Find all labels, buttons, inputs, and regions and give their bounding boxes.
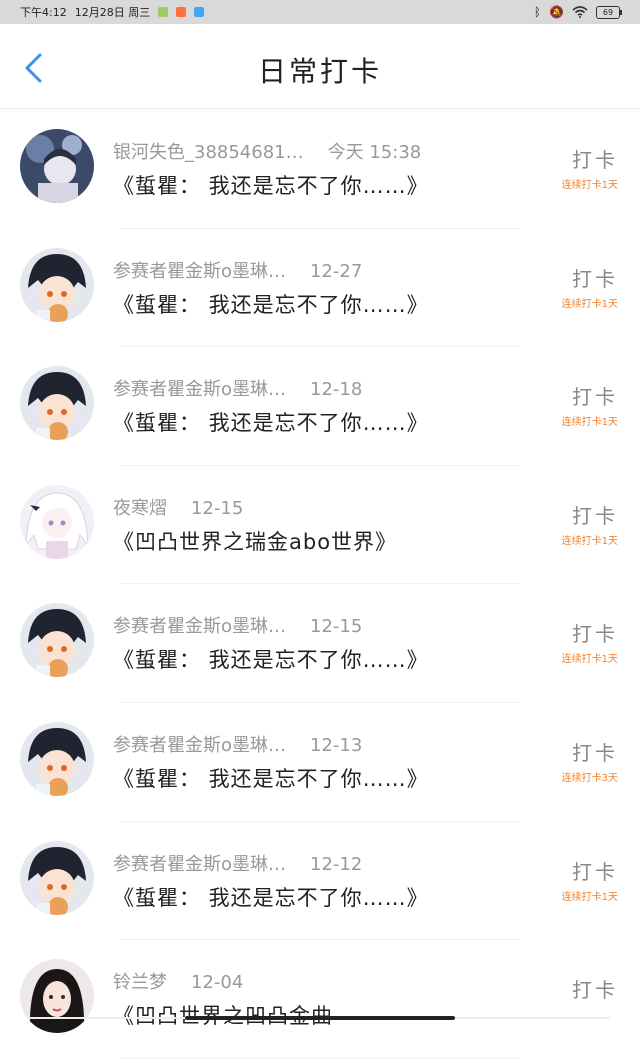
- app-notification-icon: [176, 7, 187, 17]
- username[interactable]: 夜寒熠: [113, 498, 167, 519]
- streak-label: 连续打卡3天: [561, 772, 618, 784]
- book-title[interactable]: 《蜇瞿： 我还是忘不了你……》: [113, 644, 429, 674]
- mute-bell-icon: 🔕: [549, 5, 564, 19]
- wifi-icon: [572, 6, 588, 18]
- item-meta: 银河失色_38854681… 今天 15:38: [113, 138, 421, 164]
- checkin-label: 打卡: [572, 503, 618, 528]
- list-item[interactable]: 铃兰梦12-04 《凹凸世界之凹凸金曲 打卡: [0, 940, 640, 1059]
- list-item[interactable]: 银河失色_38854681… 今天 15:38 《蜇瞿： 我还是忘不了你……》 打…: [0, 110, 640, 229]
- post-date: 12-13: [310, 734, 363, 756]
- status-right: ᛒ 🔕 69: [533, 5, 622, 19]
- username[interactable]: 参赛者瞿金斯o墨琳…: [113, 379, 286, 400]
- battery-icon: 69: [596, 5, 622, 19]
- username[interactable]: 参赛者瞿金斯o墨琳…: [113, 735, 286, 756]
- item-meta: 参赛者瞿金斯o墨琳… 12-13: [113, 731, 362, 757]
- streak-label: 连续打卡1天: [561, 298, 618, 310]
- checkin-label: 打卡: [572, 148, 618, 172]
- checkin-label: 打卡: [572, 978, 618, 1003]
- checkin-label: 打卡: [572, 859, 618, 884]
- username[interactable]: 参赛者瞿金斯o墨琳…: [113, 616, 286, 637]
- post-date: 12-18: [310, 379, 363, 401]
- post-date: 12-15: [310, 616, 363, 638]
- list-item[interactable]: 夜寒熠 12-15 《凹凸世界之瑞金abo世界》 打卡 连续打卡1天: [0, 466, 640, 585]
- avatar[interactable]: [20, 603, 94, 678]
- avatar[interactable]: [20, 366, 94, 441]
- avatar[interactable]: [20, 959, 94, 1034]
- item-meta: 参赛者瞿金斯o墨琳… 12-18: [113, 375, 362, 401]
- checkin-label: 打卡: [572, 266, 618, 291]
- streak-label: 连续打卡1天: [561, 891, 618, 903]
- username[interactable]: 参赛者瞿金斯o墨琳…: [113, 261, 286, 282]
- book-title[interactable]: 《蜇瞿： 我还是忘不了你……》: [113, 882, 429, 912]
- list-item[interactable]: 参赛者瞿金斯o墨琳… 12-13 《蜇瞿： 我还是忘不了你……》 打卡 连续打卡3…: [0, 703, 640, 822]
- avatar[interactable]: [20, 129, 94, 203]
- streak-label: 连续打卡1天: [561, 417, 618, 429]
- checkin-list: 银河失色_38854681… 今天 15:38 《蜇瞿： 我还是忘不了你……》 打…: [0, 110, 640, 1059]
- list-item[interactable]: 参赛者瞿金斯o墨琳… 12-18 《蜇瞿： 我还是忘不了你……》 打卡 连续打卡1…: [0, 347, 640, 466]
- item-meta: 参赛者瞿金斯o墨琳… 12-12: [113, 850, 362, 876]
- book-title[interactable]: 《蜇瞿： 我还是忘不了你……》: [113, 763, 429, 793]
- post-date: 今天 15:38: [327, 142, 422, 163]
- post-date: 12-04: [191, 972, 244, 994]
- list-item[interactable]: 参赛者瞿金斯o墨琳… 12-27 《蜇瞿： 我还是忘不了你……》 打卡 连续打卡1…: [0, 229, 640, 348]
- page-title: 日常打卡: [257, 55, 382, 88]
- bluetooth-icon: ᛒ: [533, 5, 542, 19]
- streak-label: 连续打卡1天: [561, 654, 618, 666]
- list-item[interactable]: 参赛者瞿金斯o墨琳… 12-12 《蜇瞿： 我还是忘不了你……》 打卡 连续打卡1…: [0, 822, 640, 941]
- avatar[interactable]: [20, 484, 94, 559]
- streak-label: 连续打卡1天: [561, 180, 618, 191]
- post-date: 12-12: [310, 853, 363, 875]
- checkin-label: 打卡: [572, 385, 618, 410]
- username[interactable]: 铃兰梦: [113, 972, 167, 993]
- avatar[interactable]: [20, 721, 94, 796]
- item-meta: 参赛者瞿金斯o墨琳… 12-27: [113, 257, 362, 283]
- post-date: 12-15: [191, 497, 244, 519]
- status-date: 12月28日 周三: [74, 6, 151, 19]
- app-notification-icon: [194, 7, 205, 17]
- top-header: 日常打卡: [0, 26, 640, 109]
- avatar[interactable]: [20, 840, 94, 915]
- list-item[interactable]: 参赛者瞿金斯o墨琳… 12-15 《蜇瞿： 我还是忘不了你……》 打卡 连续打卡1…: [0, 584, 640, 703]
- item-meta: 夜寒熠 12-15: [113, 494, 243, 520]
- status-left: 下午4:12 12月28日 周三: [20, 4, 205, 20]
- avatar[interactable]: [20, 247, 94, 322]
- book-title[interactable]: 《蜇瞿： 我还是忘不了你……》: [113, 170, 429, 200]
- home-indicator[interactable]: [185, 1016, 455, 1020]
- status-time: 下午4:12: [20, 6, 67, 19]
- checkin-label: 打卡: [572, 622, 618, 647]
- book-title[interactable]: 《蜇瞿： 我还是忘不了你……》: [113, 289, 429, 319]
- username[interactable]: 参赛者瞿金斯o墨琳…: [113, 854, 286, 875]
- post-date: 12-27: [310, 260, 363, 282]
- username[interactable]: 银河失色_38854681…: [113, 142, 304, 163]
- item-meta: 参赛者瞿金斯o墨琳… 12-15: [113, 612, 362, 638]
- streak-label: 连续打卡1天: [561, 535, 618, 547]
- item-meta: 铃兰梦 12-04: [113, 968, 243, 994]
- checkin-label: 打卡: [572, 740, 618, 765]
- book-title[interactable]: 《凹凸世界之瑞金abo世界》: [113, 526, 397, 556]
- book-title[interactable]: 《蜇瞿： 我还是忘不了你……》: [113, 407, 429, 437]
- app-notification-icon: [158, 7, 169, 17]
- status-bar: 下午4:12 12月28日 周三 ᛒ 🔕 69: [0, 0, 640, 24]
